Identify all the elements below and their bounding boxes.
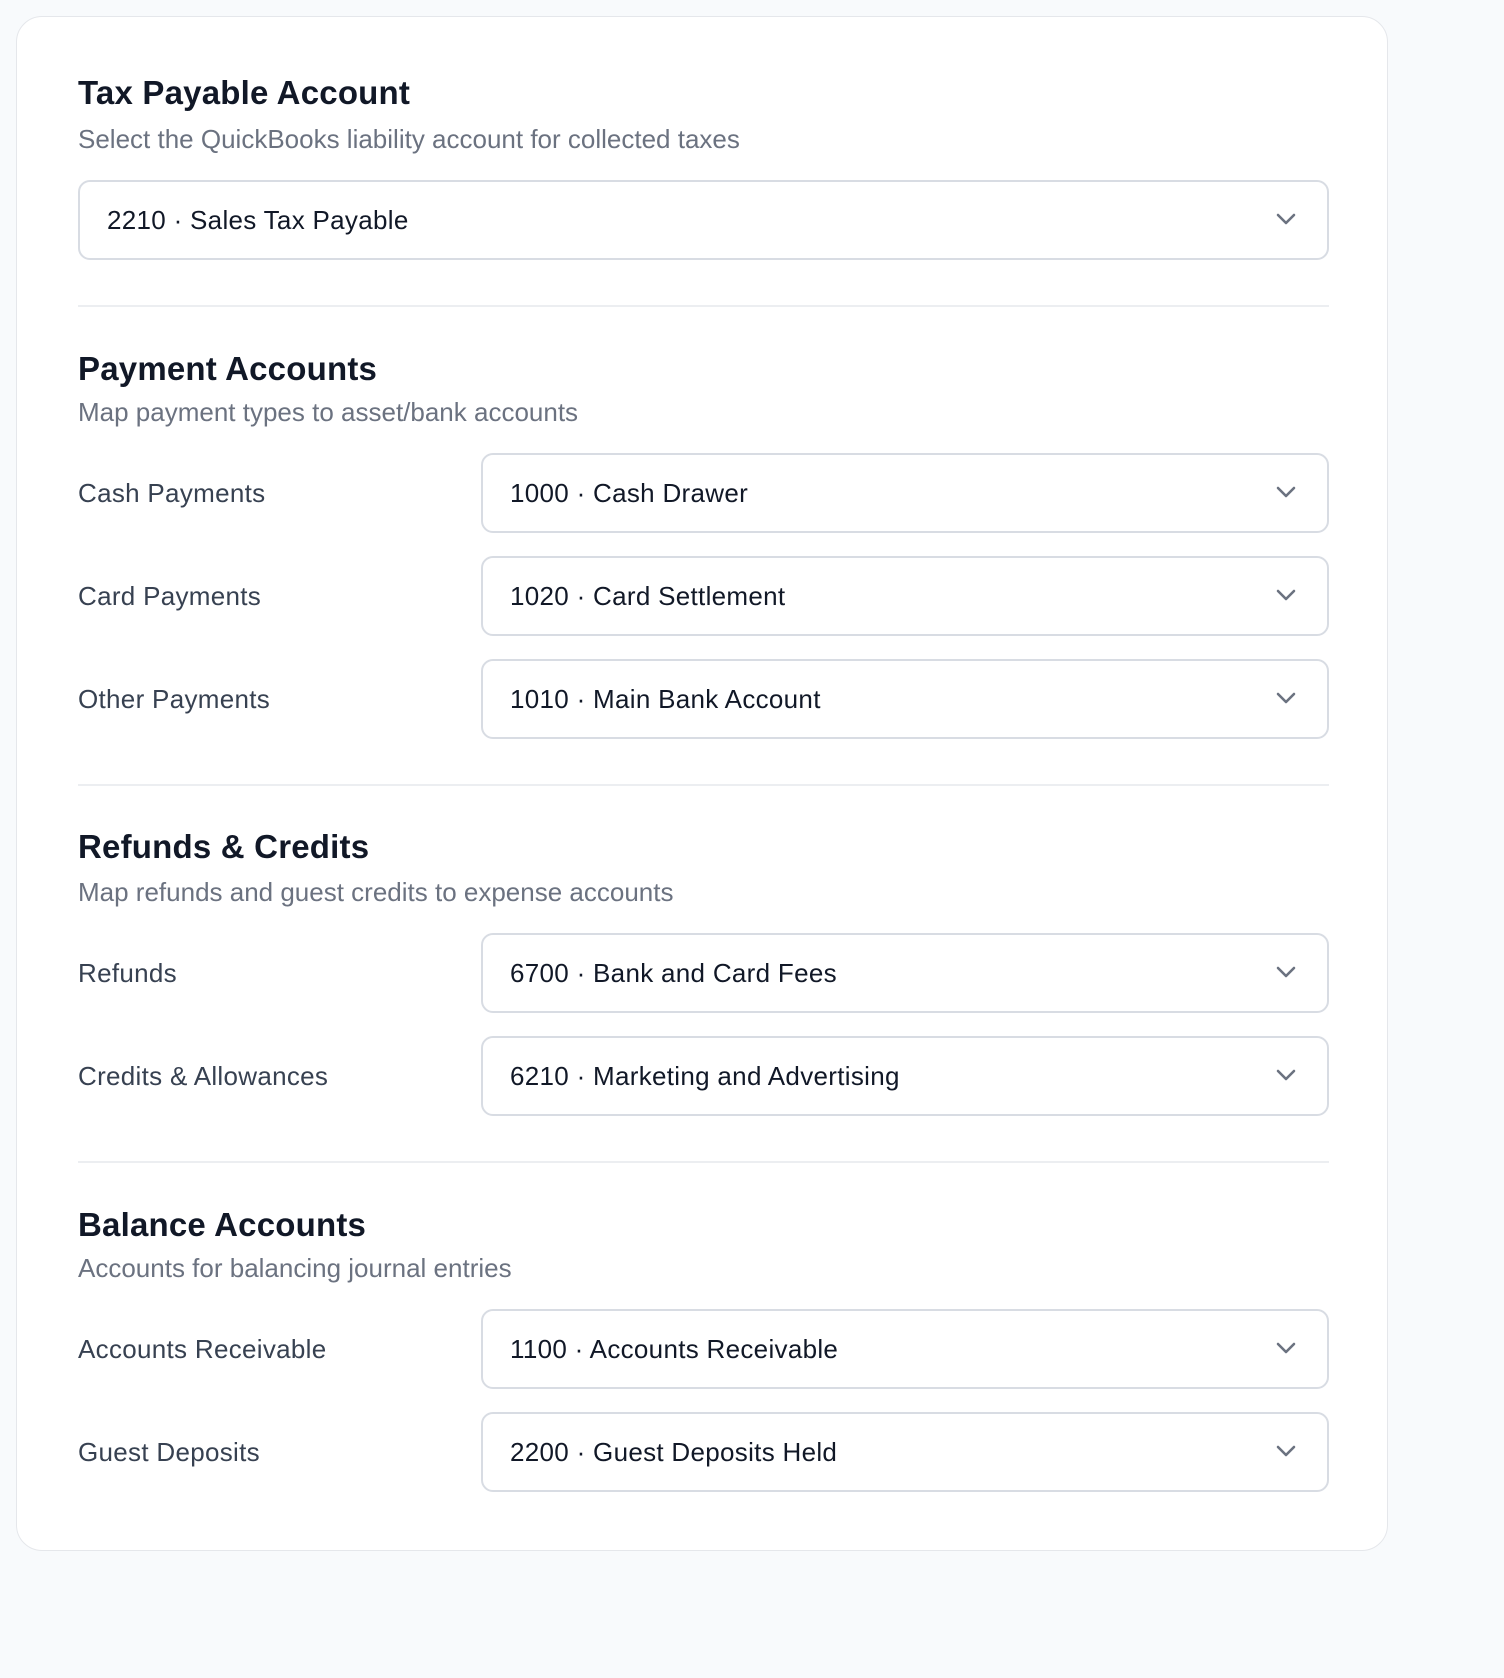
other-payments-select[interactable]: 1010 · Main Bank Account (481, 659, 1329, 739)
credits-allowances-select[interactable]: 6210 · Marketing and Advertising (481, 1036, 1329, 1116)
select-value: 1000 · Cash Drawer (510, 477, 749, 508)
row-label: Credits & Allowances (78, 1060, 329, 1091)
tax-section-description: Select the QuickBooks liability account … (78, 124, 740, 154)
tax-payable-value: 2210 · Sales Tax Payable (107, 204, 409, 235)
chevron-down-icon (1276, 1342, 1296, 1354)
tax-section-title: Tax Payable Account (78, 74, 411, 111)
row-label: Accounts Receivable (78, 1333, 327, 1364)
select-value: 2200 · Guest Deposits Held (510, 1436, 838, 1467)
refunds-select[interactable]: 6700 · Bank and Card Fees (481, 933, 1329, 1013)
accounts-receivable-select[interactable]: 1100 · Accounts Receivable (481, 1309, 1329, 1389)
section-divider (78, 784, 1329, 786)
chevron-down-icon (1276, 1445, 1296, 1457)
chevron-down-icon (1276, 692, 1296, 704)
select-value: 1010 · Main Bank Account (510, 683, 821, 714)
select-value: 6700 · Bank and Card Fees (510, 957, 837, 988)
chevron-down-icon (1276, 486, 1296, 498)
section-divider (78, 1161, 1329, 1163)
refunds-section-description: Map refunds and guest credits to expense… (78, 877, 674, 907)
account-mapping-card: Tax Payable Account Select the QuickBook… (16, 16, 1388, 1551)
mapping-row-cash-payments: Cash Payments 1000 · Cash Drawer (78, 453, 1329, 533)
select-value: 1100 · Accounts Receivable (510, 1333, 839, 1364)
refunds-section-title: Refunds & Credits (78, 828, 370, 865)
chevron-down-icon (1276, 213, 1296, 225)
chevron-down-icon (1276, 589, 1296, 601)
guest-deposits-select[interactable]: 2200 · Guest Deposits Held (481, 1412, 1329, 1492)
row-label: Guest Deposits (78, 1436, 260, 1467)
mapping-row-card-payments: Card Payments 1020 · Card Settlement (78, 556, 1329, 636)
select-value: 6210 · Marketing and Advertising (510, 1060, 900, 1091)
section-divider (78, 305, 1329, 307)
mapping-row-accounts-receivable: Accounts Receivable 1100 · Accounts Rece… (78, 1309, 1329, 1389)
select-value: 1020 · Card Settlement (510, 580, 786, 611)
mapping-row-guest-deposits: Guest Deposits 2200 · Guest Deposits Hel… (78, 1412, 1329, 1492)
payment-section-title: Payment Accounts (78, 350, 378, 387)
balance-section-description: Accounts for balancing journal entries (78, 1253, 512, 1283)
chevron-down-icon (1276, 966, 1296, 978)
tax-payable-select[interactable]: 2210 · Sales Tax Payable (78, 180, 1329, 260)
payment-section-description: Map payment types to asset/bank accounts (78, 397, 579, 427)
mapping-row-refunds: Refunds 6700 · Bank and Card Fees (78, 933, 1329, 1013)
card-payments-select[interactable]: 1020 · Card Settlement (481, 556, 1329, 636)
mapping-row-credits-allowances: Credits & Allowances 6210 · Marketing an… (78, 1036, 1329, 1116)
row-label: Card Payments (78, 580, 262, 611)
mapping-row-other-payments: Other Payments 1010 · Main Bank Account (78, 659, 1329, 739)
balance-section-title: Balance Accounts (78, 1206, 367, 1243)
row-label: Other Payments (78, 683, 271, 714)
row-label: Refunds (78, 957, 177, 988)
cash-payments-select[interactable]: 1000 · Cash Drawer (481, 453, 1329, 533)
chevron-down-icon (1276, 1069, 1296, 1081)
row-label: Cash Payments (78, 477, 266, 508)
